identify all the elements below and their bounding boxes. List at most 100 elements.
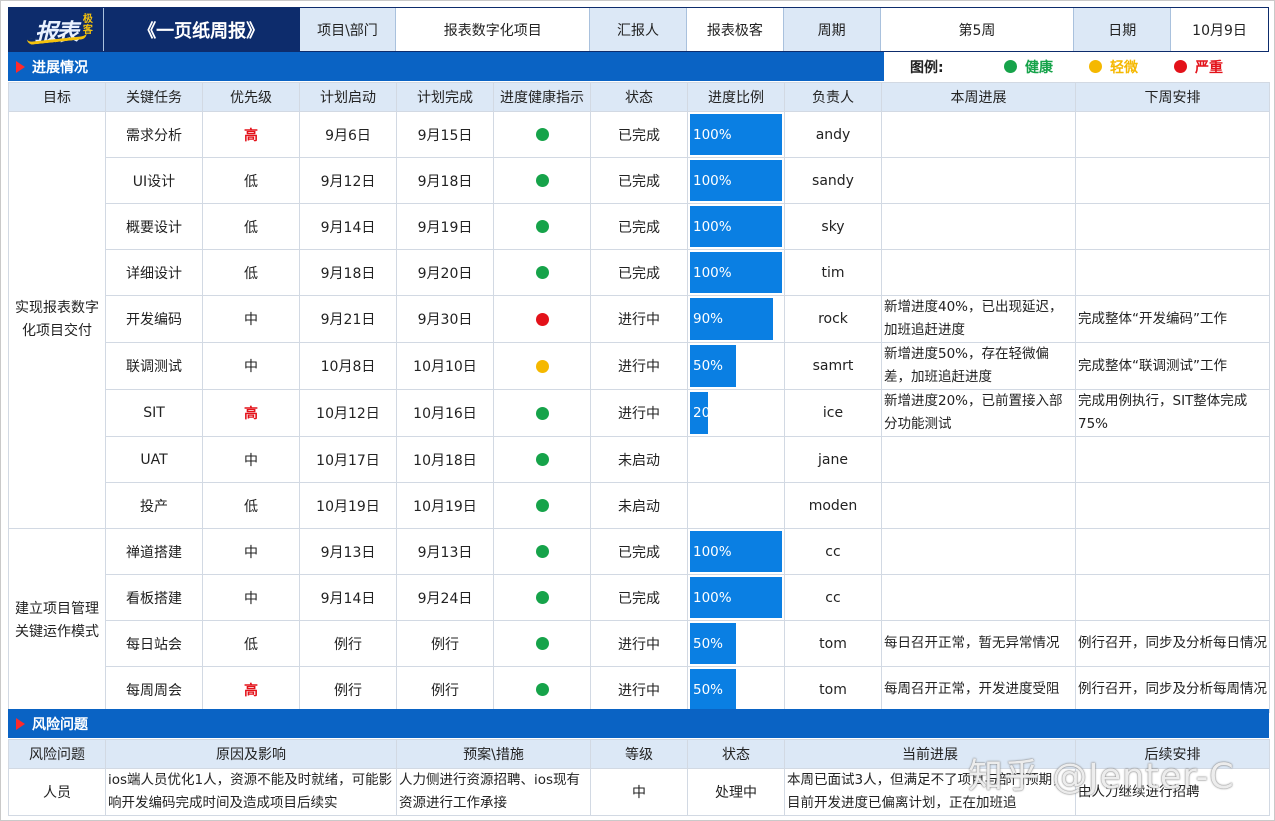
health-indicator bbox=[493, 436, 591, 483]
plan-start: 10月12日 bbox=[299, 389, 397, 437]
green-dot-icon bbox=[1004, 60, 1017, 73]
column-header: 等级 bbox=[590, 739, 688, 769]
progress-table-body: 实现报表数字化项目交付 需求分析高 9月6日 9月15日 已完成 100% andy UI设计… bbox=[8, 111, 1270, 713]
red-dot-icon bbox=[1174, 60, 1187, 73]
column-header: 风险问题 bbox=[8, 739, 106, 769]
plan-start: 10月8日 bbox=[299, 342, 397, 390]
progress-label: 100% bbox=[693, 218, 732, 235]
this-week-progress: 每日召开正常，暂无异常情况 bbox=[881, 620, 1076, 667]
progress-label: 50% bbox=[693, 635, 724, 652]
legend-item-severe: 严重 bbox=[1174, 57, 1223, 77]
task-row: 联调测试中 10月8日 10月10日 进行中 50% samrt 新增进度50%，存在轻微偏… bbox=[9, 342, 1270, 390]
next-week-plan bbox=[1075, 574, 1270, 621]
health-indicator bbox=[493, 666, 591, 713]
next-week-plan bbox=[1075, 249, 1270, 296]
task-status: 进行中 bbox=[590, 666, 688, 713]
health-dot-icon bbox=[535, 453, 549, 466]
progress-bar: 100% bbox=[690, 206, 782, 247]
task-owner: cc bbox=[784, 574, 882, 621]
task-status: 已完成 bbox=[590, 203, 688, 250]
priority: 低 bbox=[202, 203, 300, 250]
task-name: UAT bbox=[105, 436, 203, 483]
health-indicator bbox=[493, 482, 591, 529]
project-label: 项目\部门 bbox=[299, 8, 397, 51]
health-dot-icon bbox=[535, 683, 549, 696]
task-row: 实现报表数字化项目交付 需求分析高 9月6日 9月15日 已完成 100% andy bbox=[8, 111, 1270, 529]
priority: 低 bbox=[202, 157, 300, 204]
next-week-plan bbox=[1075, 482, 1270, 529]
task-status: 进行中 bbox=[590, 620, 688, 667]
goal-cell: 建立项目管理关键运作模式 bbox=[8, 528, 106, 713]
progress-bar: 50% bbox=[690, 345, 736, 387]
task-name: 需求分析 bbox=[105, 111, 203, 158]
plan-end: 9月24日 bbox=[396, 574, 494, 621]
this-week-progress: 每周召开正常，开发进度受阻 bbox=[881, 666, 1076, 713]
progress-label: 100% bbox=[693, 589, 732, 606]
progress-bar: 100% bbox=[690, 160, 782, 201]
plan-end: 例行 bbox=[396, 620, 494, 667]
plan-end: 9月19日 bbox=[396, 203, 494, 250]
progress-label: 50% bbox=[693, 358, 724, 374]
priority: 低 bbox=[202, 249, 300, 296]
section-arrow-icon bbox=[16, 717, 25, 730]
risk-table: 风险问题 原因及影响 预案\措施 等级 状态 当前进展 后续安排 人员 ios端… bbox=[8, 739, 1270, 816]
task-status: 进行中 bbox=[590, 389, 688, 437]
progress-section-bar: 进展情况 图例: 健康 轻微 严重 bbox=[8, 52, 1269, 81]
next-week-plan: 完成用例执行，SIT整体完成75% bbox=[1075, 389, 1270, 437]
task-name: SIT bbox=[105, 389, 203, 437]
progress-bar: 100% bbox=[690, 252, 782, 293]
task-owner: samrt bbox=[784, 342, 882, 390]
task-row: 看板搭建中 9月14日 9月24日 已完成 100% cc bbox=[9, 574, 1270, 621]
plan-start: 9月13日 bbox=[299, 528, 397, 575]
next-week-plan bbox=[1075, 111, 1270, 158]
risk-table-header: 风险问题 原因及影响 预案\措施 等级 状态 当前进展 后续安排 bbox=[8, 739, 1270, 769]
project-value: 报表数字化项目 bbox=[396, 8, 591, 51]
task-name: 详细设计 bbox=[105, 249, 203, 296]
health-indicator bbox=[493, 389, 591, 437]
next-week-plan: 例行召开，同步及分析每周情况 bbox=[1075, 666, 1270, 713]
task-owner: tim bbox=[784, 249, 882, 296]
progress-label: 20% bbox=[693, 405, 708, 421]
health-dot-icon bbox=[535, 406, 549, 420]
next-week-plan: 完成整体“开发编码”工作 bbox=[1075, 295, 1270, 343]
legend-item-minor: 轻微 bbox=[1089, 57, 1138, 77]
health-dot-icon bbox=[535, 591, 549, 604]
next-week-plan bbox=[1075, 436, 1270, 483]
plan-end: 10月16日 bbox=[396, 389, 494, 437]
progress-cell: 100% bbox=[687, 574, 785, 621]
progress-bar: 100% bbox=[690, 114, 782, 155]
plan-end: 10月19日 bbox=[396, 482, 494, 529]
task-status: 已完成 bbox=[590, 574, 688, 621]
progress-label: 100% bbox=[693, 264, 732, 281]
progress-bar: 50% bbox=[690, 669, 736, 710]
progress-table: 目标 关键任务 优先级 计划启动 计划完成 进度健康指示 状态 进度比例 负责人… bbox=[8, 82, 1270, 713]
task-owner: jane bbox=[784, 436, 882, 483]
column-header: 负责人 bbox=[784, 82, 882, 112]
health-indicator bbox=[493, 528, 591, 575]
health-indicator bbox=[493, 295, 591, 343]
progress-cell: 100% bbox=[687, 203, 785, 250]
plan-end: 9月13日 bbox=[396, 528, 494, 575]
task-row: UAT 中 10月17日 10月18日 未启动 jane bbox=[9, 436, 1270, 483]
this-week-progress bbox=[881, 482, 1076, 529]
column-header: 状态 bbox=[590, 82, 688, 112]
task-name: 每日站会 bbox=[105, 620, 203, 667]
task-name: 投产 bbox=[105, 482, 203, 529]
plan-start: 10月19日 bbox=[299, 482, 397, 529]
health-indicator bbox=[493, 249, 591, 296]
progress-section-title: 进展情况 bbox=[32, 59, 88, 76]
task-owner: andy bbox=[784, 111, 882, 158]
risk-status: 处理中 bbox=[687, 768, 785, 816]
priority: 低 bbox=[202, 482, 300, 529]
next-week-plan bbox=[1075, 203, 1270, 250]
task-owner: tom bbox=[784, 666, 882, 713]
progress-bar: 20% bbox=[690, 392, 709, 434]
task-owner: sandy bbox=[784, 157, 882, 204]
column-header: 当前进展 bbox=[784, 739, 1076, 769]
reporter-value: 报表极客 bbox=[686, 8, 784, 51]
report-header: 报表 极客 《一页纸周报》 项目\部门 报表数字化项目 汇报人 报表极客 周期 … bbox=[8, 7, 1269, 52]
period-value: 第5周 bbox=[880, 8, 1075, 51]
task-name: 开发编码 bbox=[105, 295, 203, 343]
legend-label: 轻微 bbox=[1110, 59, 1138, 76]
next-week-plan: 例行召开，同步及分析每日情况 bbox=[1075, 620, 1270, 667]
